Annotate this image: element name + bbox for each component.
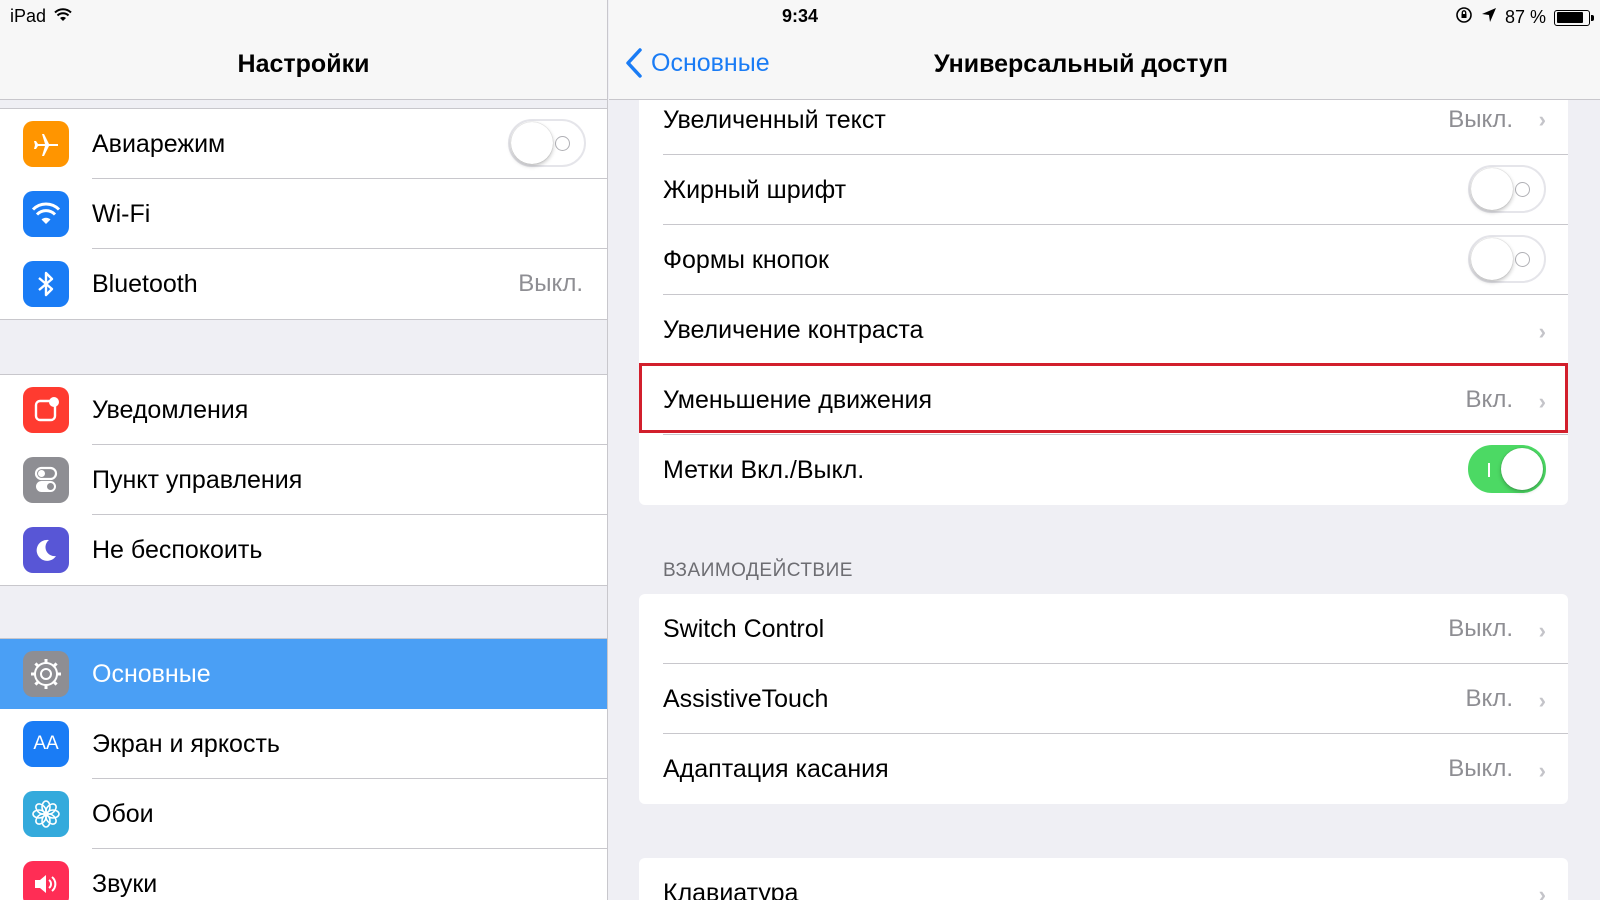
on-off-labels-toggle[interactable]	[1468, 445, 1546, 493]
toggle-off-indicator	[1515, 182, 1530, 197]
back-button-label: Основные	[651, 48, 770, 77]
gear-icon	[23, 651, 69, 697]
chevron-right-icon: ›	[1538, 618, 1546, 643]
chevron-right-icon: ›	[1538, 107, 1546, 132]
moon-icon	[23, 527, 69, 573]
row-label: Switch Control	[663, 614, 825, 643]
toggle-knob	[1471, 168, 1513, 210]
status-time: 9:34	[781, 6, 819, 26]
sidebar-item-do-not-disturb[interactable]: Не беспокоить	[0, 515, 607, 585]
airplane-icon	[23, 121, 69, 167]
sidebar-title: Настройки	[237, 50, 370, 78]
toggle-off-indicator	[555, 136, 570, 151]
chevron-right-icon: ›	[1538, 389, 1546, 414]
sidebar-item-label: Обои	[92, 799, 154, 828]
row-value: Вкл.	[1465, 386, 1513, 413]
switch-control-row[interactable]: Switch Control Выкл. ›	[639, 594, 1568, 664]
settings-sidebar: Настройки Авиарежим Wi-Fi Bluetooth Выкл…	[0, 0, 608, 900]
sidebar-group-connectivity: Авиарежим Wi-Fi Bluetooth Выкл.	[0, 108, 607, 320]
button-shapes-toggle[interactable]	[1468, 235, 1546, 283]
increase-contrast-row[interactable]: Увеличение контраста ›	[639, 295, 1568, 365]
row-label: Уменьшение движения	[663, 385, 933, 414]
display-settings-group: Увеличенный текст Выкл. › Жирный шрифт Ф…	[639, 85, 1568, 505]
reduce-motion-row[interactable]: Уменьшение движения Вкл. ›	[639, 365, 1568, 435]
assistivetouch-row[interactable]: AssistiveTouch Вкл. ›	[639, 664, 1568, 734]
location-icon	[1481, 7, 1497, 28]
chevron-left-icon	[626, 48, 642, 78]
sidebar-item-label: Основные	[92, 659, 211, 688]
wifi-icon	[23, 191, 69, 237]
wallpaper-icon	[23, 791, 69, 837]
status-right: 87 %	[1455, 6, 1594, 29]
sidebar-group-general: Основные AA Экран и яркость Обои Звуки	[0, 638, 607, 900]
bold-text-row[interactable]: Жирный шрифт	[639, 155, 1568, 225]
toggle-knob	[1501, 448, 1543, 490]
toggle-knob	[511, 122, 553, 164]
accessibility-detail: Основные Универсальный доступ Увеличенны…	[609, 0, 1600, 900]
sidebar-item-general[interactable]: Основные	[0, 639, 607, 709]
toggle-off-indicator	[1515, 252, 1530, 267]
rotation-lock-icon	[1455, 6, 1473, 29]
display-icon-text: AA	[33, 733, 59, 754]
row-label: AssistiveTouch	[663, 684, 829, 713]
page-title: Универсальный доступ	[934, 50, 1228, 78]
sidebar-item-label: Wi-Fi	[92, 199, 151, 228]
sidebar-item-control-center[interactable]: Пункт управления	[0, 445, 607, 515]
status-bar: iPad 9:34 87 %	[0, 0, 1600, 34]
sidebar-item-wifi[interactable]: Wi-Fi	[0, 179, 607, 249]
sidebar-item-label: Звуки	[92, 869, 158, 898]
sidebar-group-notifications: Уведомления Пункт управления Не беспокои…	[0, 374, 607, 586]
row-label: Клавиатура	[663, 878, 799, 900]
bluetooth-status: Выкл.	[518, 270, 583, 297]
sidebar-item-label: Экран и яркость	[92, 729, 280, 758]
sidebar-item-label: Bluetooth	[92, 269, 198, 298]
battery-percent: 87 %	[1504, 7, 1546, 27]
toggle-on-indicator	[1488, 463, 1490, 477]
toggle-knob	[1471, 238, 1513, 280]
interaction-group: Switch Control Выкл. › AssistiveTouch Вк…	[639, 594, 1568, 804]
chevron-right-icon: ›	[1538, 882, 1546, 900]
battery-level	[1556, 12, 1584, 23]
bluetooth-icon	[23, 261, 69, 307]
row-label: Формы кнопок	[663, 245, 829, 274]
sidebar-item-label: Пункт управления	[92, 465, 303, 494]
chevron-right-icon: ›	[1538, 758, 1546, 783]
sidebar-item-sounds[interactable]: Звуки	[0, 849, 607, 900]
sidebar-item-bluetooth[interactable]: Bluetooth Выкл.	[0, 249, 607, 319]
battery-icon	[1554, 9, 1594, 26]
sidebar-item-label: Уведомления	[92, 395, 249, 424]
chevron-right-icon: ›	[1538, 319, 1546, 344]
on-off-labels-row[interactable]: Метки Вкл./Выкл.	[639, 435, 1568, 505]
sidebar-item-notifications[interactable]: Уведомления	[0, 375, 607, 445]
touch-accommodations-row[interactable]: Адаптация касания Выкл. ›	[639, 734, 1568, 804]
row-value: Выкл.	[1448, 106, 1513, 133]
row-value: Выкл.	[1448, 755, 1513, 782]
airplane-mode-toggle[interactable]	[508, 119, 586, 167]
control-center-icon	[23, 457, 69, 503]
back-button[interactable]: Основные	[625, 48, 770, 78]
notifications-icon	[23, 387, 69, 433]
row-label: Метки Вкл./Выкл.	[663, 455, 865, 484]
sounds-icon	[23, 861, 69, 900]
sidebar-item-label: Не беспокоить	[92, 535, 263, 564]
sidebar-item-display[interactable]: AA Экран и яркость	[0, 709, 607, 779]
row-value: Вкл.	[1465, 685, 1513, 712]
sidebar-item-wallpaper[interactable]: Обои	[0, 779, 607, 849]
bold-text-toggle[interactable]	[1468, 165, 1546, 213]
row-label: Увеличение контраста	[663, 315, 924, 344]
display-icon: AA	[23, 721, 69, 767]
keyboard-row[interactable]: Клавиатура ›	[639, 858, 1568, 900]
row-value: Выкл.	[1448, 615, 1513, 642]
sidebar-item-airplane[interactable]: Авиарежим	[0, 109, 607, 179]
row-label: Увеличенный текст	[663, 106, 886, 134]
row-label: Жирный шрифт	[663, 175, 847, 204]
keyboard-group: Клавиатура ›	[639, 858, 1568, 900]
button-shapes-row[interactable]: Формы кнопок	[639, 225, 1568, 295]
row-label: Адаптация касания	[663, 754, 889, 783]
chevron-right-icon: ›	[1538, 688, 1546, 713]
sidebar-item-label: Авиарежим	[92, 129, 226, 158]
section-header-interaction: ВЗАИМОДЕЙСТВИЕ	[663, 560, 853, 581]
